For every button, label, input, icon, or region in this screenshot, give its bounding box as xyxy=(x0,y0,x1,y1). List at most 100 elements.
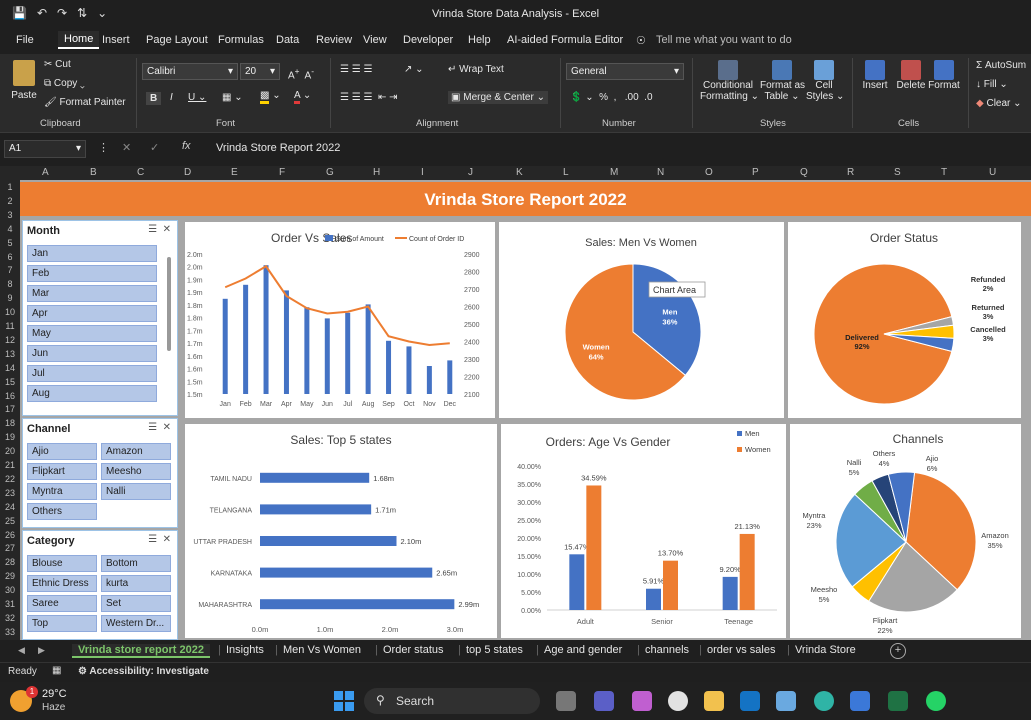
taskbar-search[interactable]: ⚲ Search xyxy=(364,688,540,714)
column-header[interactable]: J xyxy=(468,167,473,178)
cut-button[interactable]: ✂ Cut xyxy=(44,59,71,70)
wrap-text-button[interactable]: ↵ Wrap Text xyxy=(448,64,504,75)
slicer-item-meesho[interactable]: Meesho xyxy=(101,463,171,480)
column-header[interactable]: K xyxy=(516,167,523,178)
copy-button[interactable]: ⧉ Copy ⌄ xyxy=(44,78,85,89)
row-header[interactable]: 17 xyxy=(2,404,18,414)
row-header[interactable]: 10 xyxy=(2,307,18,317)
slicer-item-set[interactable]: Set xyxy=(101,595,171,612)
order-vs-sales-chart[interactable]: Order Vs Sales Sum of Amount Count of Orde… xyxy=(185,222,495,418)
row-header[interactable]: 11 xyxy=(2,321,18,331)
column-header[interactable]: L xyxy=(563,167,569,178)
column-header[interactable]: N xyxy=(657,167,664,178)
row-header[interactable]: 6 xyxy=(2,252,18,262)
row-header[interactable]: 22 xyxy=(2,474,18,484)
order-status-chart[interactable]: Order Status Delivered 92% Refunded 2% Return… xyxy=(788,222,1021,418)
menu-review[interactable]: Review xyxy=(316,34,352,46)
font-grow-shrink-icons[interactable]: A+ A- xyxy=(288,66,314,81)
column-header[interactable]: M xyxy=(610,167,618,178)
row-header[interactable]: 27 xyxy=(2,543,18,553)
format-cells-button[interactable]: Format xyxy=(928,60,960,91)
row-header[interactable]: 4 xyxy=(2,224,18,234)
insert-cells-button[interactable]: Insert xyxy=(858,60,892,91)
slicer-item-saree[interactable]: Saree xyxy=(27,595,97,612)
horizontal-align-icons[interactable]: ☰ ☰ ☰ ⇤ ⇥ xyxy=(340,92,398,103)
font-name-select[interactable]: Calibri ▾ xyxy=(142,63,238,80)
row-header[interactable]: 30 xyxy=(2,585,18,595)
fill-button[interactable]: ↓ Fill ⌄ xyxy=(976,79,1008,90)
paste-button[interactable]: Paste xyxy=(10,60,38,101)
row-header[interactable]: 24 xyxy=(2,502,18,512)
format-painter-button[interactable]: 🖌 Format Painter xyxy=(44,97,126,108)
number-format-select[interactable]: General ▾ xyxy=(566,63,684,80)
row-header[interactable]: 29 xyxy=(2,571,18,581)
slicer-item-ajio[interactable]: Ajio xyxy=(27,443,97,460)
sales-men-vs-women-chart[interactable]: Sales: Men Vs Women Men 36% Women 64% Chart A… xyxy=(499,222,784,418)
row-header[interactable]: 20 xyxy=(2,446,18,456)
tab-order-vs-sales[interactable]: order vs sales xyxy=(707,644,775,656)
slicer-item-jul[interactable]: Jul xyxy=(27,365,157,382)
tab-order-status[interactable]: Order status xyxy=(383,644,444,656)
orientation-icon[interactable]: ↗ ⌄ xyxy=(404,64,424,75)
column-header[interactable]: D xyxy=(184,167,191,178)
slicer-item-western-dr-[interactable]: Western Dr... xyxy=(101,615,171,632)
tell-me-search[interactable]: Tell me what you want to do xyxy=(656,34,792,46)
conditional-formatting-button[interactable]: Conditional Formatting ⌄ xyxy=(700,60,759,102)
slicer-item-ethnic-dress[interactable]: Ethnic Dress xyxy=(27,575,97,592)
row-header[interactable]: 8 xyxy=(2,279,18,289)
menu-file[interactable]: File xyxy=(16,34,34,46)
column-header[interactable]: C xyxy=(137,167,144,178)
formula-input[interactable]: Vrinda Store Report 2022 xyxy=(216,142,340,154)
outlook-icon[interactable] xyxy=(740,691,760,711)
column-header[interactable]: S xyxy=(894,167,901,178)
underline-button[interactable]: U ⌄ xyxy=(188,92,206,103)
worksheet[interactable]: Vrinda Store Report 2022 Month ☰ ✕ Jan Fe… xyxy=(20,180,1031,640)
column-header[interactable]: U xyxy=(989,167,996,178)
row-header[interactable]: 7 xyxy=(2,265,18,275)
start-icon[interactable] xyxy=(334,691,354,711)
row-header[interactable]: 32 xyxy=(2,613,18,623)
column-header[interactable]: I xyxy=(421,167,424,178)
menu-page-layout[interactable]: Page Layout xyxy=(146,34,208,46)
macro-record-icon[interactable]: ▦ xyxy=(52,665,61,676)
edge-icon[interactable] xyxy=(814,691,834,711)
delete-cells-button[interactable]: Delete xyxy=(894,60,928,91)
menu-insert[interactable]: Insert xyxy=(102,34,130,46)
menu-help[interactable]: Help xyxy=(468,34,491,46)
slicer-item-may[interactable]: May xyxy=(27,325,157,342)
number-format-icons[interactable]: 💲 ⌄ % , .00 .0 xyxy=(570,92,653,103)
row-header[interactable]: 9 xyxy=(2,293,18,303)
format-as-table-button[interactable]: Format as Table ⌄ xyxy=(760,60,805,102)
slicer-scrollbar[interactable] xyxy=(167,257,171,351)
slicer-item-nalli[interactable]: Nalli xyxy=(101,483,171,500)
teams-icon[interactable] xyxy=(594,691,614,711)
row-header[interactable]: 25 xyxy=(2,516,18,526)
row-header[interactable]: 19 xyxy=(2,432,18,442)
tab-scroll-left-icon[interactable]: ◀ xyxy=(18,645,25,656)
merge-center-button[interactable]: ▣ Merge & Center ⌄ xyxy=(448,91,548,104)
column-header[interactable]: B xyxy=(90,167,97,178)
slicer-item-bottom[interactable]: Bottom xyxy=(101,555,171,572)
task-view-icon[interactable] xyxy=(556,691,576,711)
top-5-states-chart[interactable]: Sales: Top 5 states TAMIL NADU 1.68m TELANG… xyxy=(185,424,497,638)
slicer-item-feb[interactable]: Feb xyxy=(27,265,157,282)
column-header[interactable]: A xyxy=(42,167,49,178)
tab-age-and-gender[interactable]: Age and gender xyxy=(544,644,622,656)
slicer-item-kurta[interactable]: kurta xyxy=(101,575,171,592)
name-box[interactable]: A1 ▾ xyxy=(4,140,86,158)
enter-icon[interactable]: ✓ xyxy=(150,141,159,154)
slicer-item-apr[interactable]: Apr xyxy=(27,305,157,322)
column-header[interactable]: T xyxy=(941,167,947,178)
row-header[interactable]: 31 xyxy=(2,599,18,609)
fill-color-icon[interactable]: ▩ ⌄ xyxy=(260,90,281,104)
row-header[interactable]: 16 xyxy=(2,391,18,401)
row-header[interactable]: 1 xyxy=(2,182,18,192)
accessibility-status[interactable]: ⚙ Accessibility: Investigate xyxy=(78,666,209,677)
column-header[interactable]: E xyxy=(231,167,238,178)
column-header[interactable]: G xyxy=(326,167,334,178)
chrome-icon[interactable] xyxy=(668,691,688,711)
report-banner[interactable]: Vrinda Store Report 2022 xyxy=(20,182,1031,216)
column-header[interactable]: R xyxy=(847,167,854,178)
autosum-button[interactable]: Σ AutoSum xyxy=(976,60,1026,71)
age-vs-gender-chart[interactable]: Orders: Age Vs Gender Men Women 0.00% 5.00% 1… xyxy=(501,424,786,638)
